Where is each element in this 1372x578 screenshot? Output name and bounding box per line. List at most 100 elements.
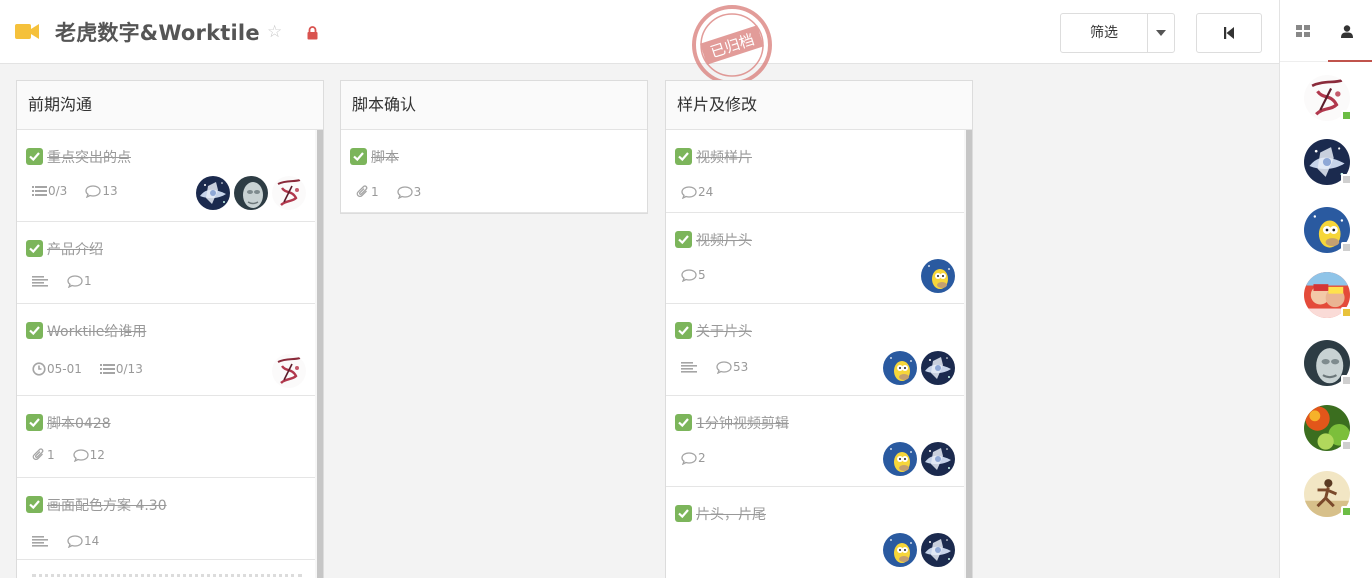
checkbox-checked-icon[interactable] — [26, 414, 43, 431]
archived-stamp: 已归档 — [688, 4, 776, 86]
member-avatar[interactable] — [1304, 471, 1352, 517]
member-avatar[interactable] — [1304, 272, 1352, 318]
checklist-meta: 0/13 — [99, 362, 143, 376]
list-title[interactable]: 前期沟通 — [17, 81, 323, 130]
checkbox-checked-icon[interactable] — [26, 240, 43, 257]
task-title[interactable]: 视频样片 — [696, 147, 752, 167]
avatar[interactable] — [272, 176, 306, 210]
skip-back-button[interactable] — [1196, 13, 1262, 53]
checkbox-checked-icon[interactable] — [675, 148, 692, 165]
member-avatar[interactable] — [1304, 340, 1352, 386]
checkbox-checked-icon[interactable] — [675, 505, 692, 522]
avatar[interactable] — [234, 176, 268, 210]
comment-meta: 1 — [67, 274, 92, 288]
task-card-partial[interactable] — [17, 560, 315, 578]
checklist-icon — [32, 185, 48, 197]
status-offline-icon — [1341, 174, 1352, 185]
members-sidebar — [1279, 0, 1372, 578]
chevron-down-icon[interactable] — [1148, 14, 1174, 52]
checkbox-checked-icon[interactable] — [26, 148, 43, 165]
meta-value: 1 — [47, 448, 55, 462]
member-avatar[interactable] — [1304, 139, 1352, 185]
meta-value: 2 — [698, 451, 706, 465]
comment-icon — [681, 185, 698, 199]
list-scrollbar[interactable] — [966, 130, 972, 578]
avatar[interactable] — [883, 533, 917, 567]
avatar[interactable] — [921, 442, 955, 476]
checkbox-checked-icon[interactable] — [350, 148, 367, 165]
member-avatar[interactable] — [1304, 207, 1352, 253]
task-list: 脚本确认脚本 1 3 — [340, 80, 648, 214]
video-camera-icon — [15, 24, 39, 39]
lock-icon — [307, 26, 318, 40]
task-card[interactable]: 1分钟视频剪辑 2 — [666, 396, 964, 487]
task-meta: 1 12 — [32, 448, 123, 462]
avatar[interactable] — [921, 351, 955, 385]
task-card[interactable]: 视频样片 24 — [666, 130, 964, 213]
task-card[interactable]: 重点突出的点 0/3 13 — [17, 130, 315, 222]
task-title[interactable]: 脚本 — [371, 147, 399, 167]
list-body: 重点突出的点 0/3 13 产品介绍 1 Worktile给谁用 05-01 0/13 脚本04… — [17, 130, 323, 578]
task-list: 样片及修改 视频样片 24 视频片头 5 关于片头 53 1分钟视频剪辑 2 片头，片尾 — [665, 80, 973, 578]
status-offline-icon — [1341, 375, 1352, 386]
checkbox-checked-icon[interactable] — [26, 322, 43, 339]
meta-value: 12 — [89, 448, 105, 462]
task-title[interactable]: 1分钟视频剪辑 — [696, 413, 789, 433]
assignee-avatars — [917, 259, 955, 293]
task-title[interactable]: 片头，片尾 — [696, 504, 766, 524]
task-card[interactable]: 片头，片尾 — [666, 487, 964, 578]
tab-grid-view[interactable] — [1281, 0, 1325, 62]
list-scrollbar[interactable] — [317, 130, 323, 578]
checkbox-checked-icon[interactable] — [675, 231, 692, 248]
comment-icon — [681, 268, 698, 282]
task-title[interactable]: 脚本0428 — [47, 413, 111, 433]
task-card[interactable]: 脚本 1 3 — [341, 130, 647, 213]
avatar[interactable] — [883, 351, 917, 385]
meta-value: 0/3 — [48, 184, 68, 198]
task-title[interactable]: 画面配色方案 4.30 — [47, 495, 167, 515]
task-title[interactable]: 关于片头 — [696, 321, 752, 341]
task-card[interactable]: 画面配色方案 4.30 14 — [17, 478, 315, 560]
task-card[interactable]: Worktile给谁用 05-01 0/13 — [17, 304, 315, 396]
task-meta: 14 — [32, 534, 117, 548]
task-card[interactable]: 产品介绍 1 — [17, 222, 315, 304]
avatar[interactable] — [921, 259, 955, 293]
meta-value: 1 — [371, 185, 379, 199]
task-card[interactable]: 脚本0428 1 12 — [17, 396, 315, 478]
meta-value: 53 — [733, 360, 749, 374]
clock-meta: 05-01 — [32, 362, 82, 376]
comment-icon — [72, 448, 90, 462]
comment-icon — [67, 534, 84, 548]
avatar[interactable] — [272, 354, 306, 388]
member-avatar[interactable] — [1304, 75, 1352, 121]
task-meta: 53 — [681, 360, 766, 374]
filter-button[interactable]: 筛选 — [1060, 13, 1175, 53]
task-card[interactable]: 视频片头 5 — [666, 213, 964, 304]
member-avatar[interactable] — [1304, 405, 1352, 451]
tab-members[interactable] — [1325, 0, 1372, 62]
comment-meta: 3 — [396, 185, 421, 199]
filter-label[interactable]: 筛选 — [1061, 14, 1148, 52]
avatar[interactable] — [196, 176, 230, 210]
assignee-avatars — [192, 176, 306, 210]
assignee-avatars — [879, 351, 955, 385]
checkbox-checked-icon[interactable] — [675, 414, 692, 431]
checkbox-checked-icon[interactable] — [26, 496, 43, 513]
avatar[interactable] — [921, 533, 955, 567]
task-title[interactable]: 产品介绍 — [47, 239, 103, 259]
comment-meta: 5 — [681, 268, 706, 282]
status-online-icon — [1341, 506, 1352, 517]
checkbox-checked-icon[interactable] — [675, 322, 692, 339]
task-card[interactable]: 关于片头 53 — [666, 304, 964, 396]
task-title[interactable]: 视频片头 — [696, 230, 752, 250]
task-title[interactable]: Worktile给谁用 — [47, 321, 146, 341]
user-icon — [1341, 24, 1353, 38]
task-title[interactable]: 重点突出的点 — [47, 147, 131, 167]
assignee-avatars — [879, 533, 955, 567]
avatar[interactable] — [883, 442, 917, 476]
list-title[interactable]: 脚本确认 — [341, 81, 647, 130]
description-icon — [32, 275, 49, 287]
star-icon[interactable]: ☆ — [267, 22, 282, 42]
comment-icon — [396, 185, 414, 199]
list-title[interactable]: 样片及修改 — [666, 81, 972, 130]
